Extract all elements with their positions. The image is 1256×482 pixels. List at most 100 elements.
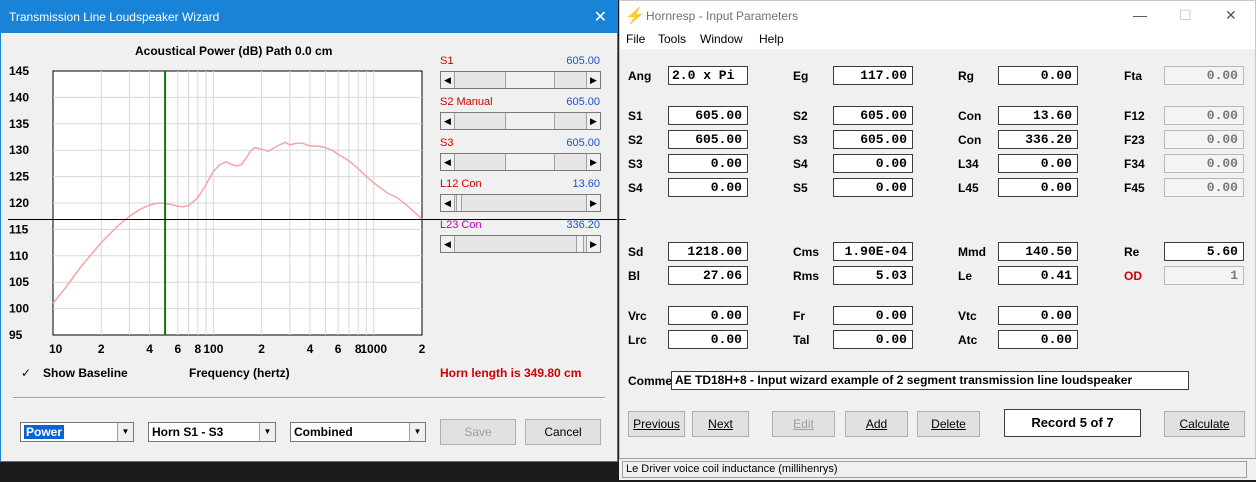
plot-type-value: Power [24,425,65,439]
param-label: S3 [628,157,643,171]
slider-track[interactable]: ◀ ▶ [440,153,601,171]
chevron-down-icon[interactable]: ▼ [409,423,425,441]
param-field-f34[interactable]: 0.00 [1164,154,1244,173]
arrow-right-icon[interactable]: ▶ [586,236,600,252]
arrow-right-icon[interactable]: ▶ [586,195,600,211]
y-tick-label: 145 [9,64,29,78]
param-field-con[interactable]: 13.60 [998,106,1078,125]
wizard-titlebar[interactable]: Transmission Line Loudspeaker Wizard ✕ [1,1,617,33]
param-field-vtc[interactable]: 0.00 [998,306,1078,325]
param-label: S2 [628,133,643,147]
param-field-f23[interactable]: 0.00 [1164,130,1244,149]
y-tick-label: 120 [9,196,29,210]
next-button[interactable]: Next [692,411,749,437]
param-field-fta[interactable]: 0.00 [1164,66,1244,85]
param-field-f12[interactable]: 0.00 [1164,106,1244,125]
slider-thumb[interactable] [456,195,462,211]
close-icon[interactable]: ✕ [594,7,607,27]
param-field-s4[interactable]: 0.00 [833,154,913,173]
param-label: OD [1124,269,1142,283]
hornresp-titlebar[interactable]: ⚡ Hornresp - Input Parameters — ☐ ✕ [620,1,1255,31]
param-label: Con [958,109,982,123]
menu-help[interactable]: Help [759,32,784,46]
slider-thumb[interactable] [505,72,556,88]
arrow-left-icon[interactable]: ◀ [441,236,455,252]
param-field-s2[interactable]: 605.00 [833,106,913,125]
x-tick-label: 4 [146,342,153,356]
param-field-vrc[interactable]: 0.00 [668,306,748,325]
close-icon[interactable]: ✕ [1225,7,1237,24]
arrow-left-icon[interactable]: ◀ [441,72,455,88]
param-field-s2[interactable]: 605.00 [668,130,748,149]
param-field-rg[interactable]: 0.00 [998,66,1078,85]
arrow-right-icon[interactable]: ▶ [586,154,600,170]
param-label: Sd [628,245,644,259]
param-field-lrc[interactable]: 0.00 [668,330,748,349]
param-field-cms[interactable]: 1.90E-04 [833,242,913,261]
edit-button[interactable]: Edit [772,411,835,437]
slider-track[interactable]: ◀ ▶ [440,71,601,89]
cancel-button[interactable]: Cancel [525,419,601,445]
param-field-ang[interactable]: 2.0 x Pi [668,66,748,85]
calculate-button-label: Calculate [1179,417,1230,431]
param-label: S4 [628,181,643,195]
param-field-le[interactable]: 0.41 [998,266,1078,285]
plot-type-select[interactable]: Power ▼ [20,422,134,442]
slider-thumb[interactable] [576,236,584,252]
combined-select[interactable]: Combined ▼ [290,422,426,442]
param-field-fr[interactable]: 0.00 [833,306,913,325]
param-field-sd[interactable]: 1218.00 [668,242,748,261]
x-tick-label: 1000 [360,342,387,356]
slider-track[interactable]: ◀ ▶ [440,112,601,130]
slider-track[interactable]: ◀ ▶ [440,235,601,253]
param-field-l34[interactable]: 0.00 [998,154,1078,173]
arrow-left-icon[interactable]: ◀ [441,154,455,170]
param-field-con[interactable]: 336.20 [998,130,1078,149]
param-field-od[interactable]: 1 [1164,266,1244,285]
comment-input[interactable]: AE TD18H+8 - Input wizard example of 2 s… [671,371,1189,390]
param-field-s1[interactable]: 605.00 [668,106,748,125]
param-label: Vrc [628,309,647,323]
arrow-left-icon[interactable]: ◀ [441,195,455,211]
arrow-right-icon[interactable]: ▶ [586,72,600,88]
frequency-axis-label: Frequency (hertz) [189,366,290,380]
slider-thumb[interactable] [505,113,556,129]
menu-file[interactable]: File [626,32,645,46]
param-field-eg[interactable]: 117.00 [833,66,913,85]
param-field-tal[interactable]: 0.00 [833,330,913,349]
delete-button[interactable]: Delete [917,411,980,437]
slider-track[interactable]: ◀ ▶ [440,194,601,212]
menu-tools[interactable]: Tools [658,32,686,46]
param-field-mmd[interactable]: 140.50 [998,242,1078,261]
calculate-button[interactable]: Calculate [1164,411,1245,437]
param-field-bl[interactable]: 27.06 [668,266,748,285]
horn-select[interactable]: Horn S1 - S3 ▼ [148,422,276,442]
arrow-left-icon[interactable]: ◀ [441,113,455,129]
save-button[interactable]: Save [440,419,516,445]
param-field-s5[interactable]: 0.00 [833,178,913,197]
param-field-s4[interactable]: 0.00 [668,178,748,197]
arrow-right-icon[interactable]: ▶ [586,113,600,129]
next-button-label: Next [708,417,733,431]
y-tick-label: 110 [9,249,29,263]
chevron-down-icon[interactable]: ▼ [117,423,133,441]
slider-label: S1 [440,55,454,67]
param-field-atc[interactable]: 0.00 [998,330,1078,349]
add-button[interactable]: Add [845,411,908,437]
param-field-rms[interactable]: 5.03 [833,266,913,285]
slider-thumb[interactable] [505,154,556,170]
previous-button[interactable]: Previous [628,411,685,437]
minimize-icon[interactable]: — [1133,7,1147,23]
maximize-icon[interactable]: ☐ [1179,7,1192,24]
param-label: Lrc [628,333,647,347]
param-field-s3[interactable]: 0.00 [668,154,748,173]
menu-window[interactable]: Window [700,32,743,46]
param-field-f45[interactable]: 0.00 [1164,178,1244,197]
param-field-re[interactable]: 5.60 [1164,242,1244,261]
chevron-down-icon[interactable]: ▼ [259,423,275,441]
param-label: Cms [793,245,820,259]
show-baseline-checkbox[interactable]: ✓ [21,367,33,379]
lightning-icon: ⚡ [625,8,645,25]
param-field-l45[interactable]: 0.00 [998,178,1078,197]
param-field-s3[interactable]: 605.00 [833,130,913,149]
